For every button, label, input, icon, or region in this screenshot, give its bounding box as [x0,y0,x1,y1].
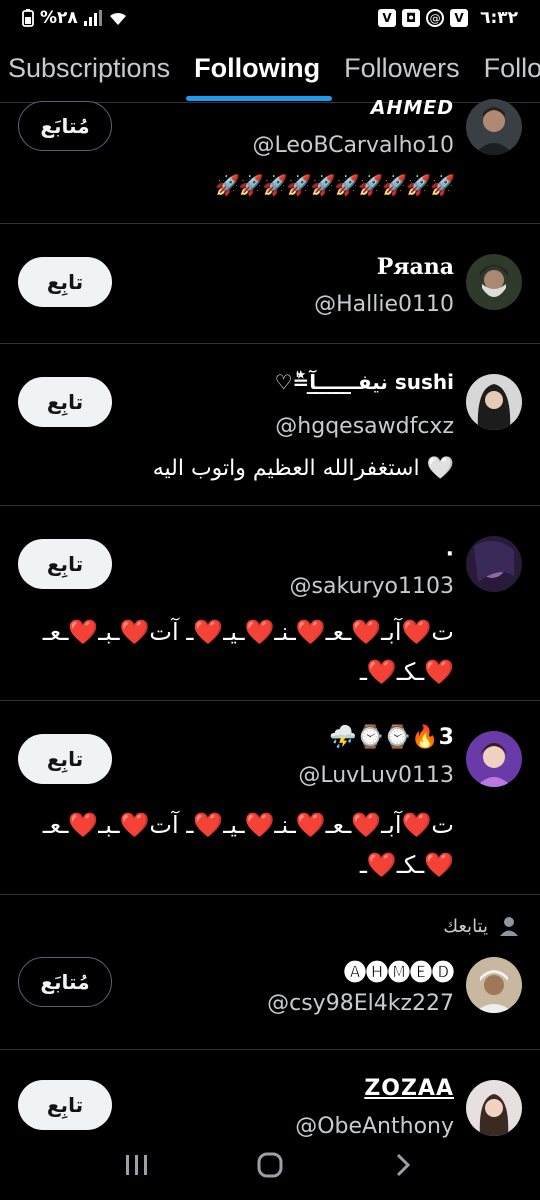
system-nav-bar [0,1138,540,1192]
status-right: V ◘ @ V ٦:٣٢ [378,8,518,28]
user-bio: استغفرالله العظيم واتوب اليه 🤍 [152,456,454,481]
following-button[interactable]: مُتابَع [18,101,112,151]
clock: ٦:٣٢ [480,8,518,28]
user-display-name: 🅐🅗🅜🅔🅓 [343,961,454,986]
home-icon [257,1152,283,1178]
avatar[interactable] [466,1080,522,1136]
user-bio: ت❤️آبـ❤️ـعـ❤️ـنـ❤️ـيـ❤️ـ آت❤️ـبـ❤️ـعـ❤️ـ… [42,811,454,879]
status-bar: %٢٨ V ◘ @ V ٦:٣٢ [0,0,540,36]
follows-you-indicator: يتابعك [443,915,520,937]
active-tab-indicator [186,96,332,101]
at-icon: @ [426,9,445,27]
user-row[interactable]: يتابعك 🅐🅗🅜🅔🅓 @csy98El4kz227 مُتابَع [0,895,540,1050]
user-handle: @ObeAnthony [295,1114,454,1139]
user-display-name: Pяana [376,254,454,280]
user-handle: @LuvLuv0113 [298,763,454,788]
person-icon [500,917,518,936]
user-bio: 🚀🚀🚀🚀🚀🚀🚀🚀🚀🚀 [214,173,455,197]
user-display-name: ♡≛ٰنيفـ̲ـ̲ـ̲ـ̲ـ̲ـ̲آ sushi [274,370,454,394]
user-row[interactable]: 𝘼𝙃𝙈𝙀𝘿 @LeoBCarvalho10 🚀🚀🚀🚀🚀🚀🚀🚀🚀🚀 مُتابَع [0,97,540,224]
user-handle: @Hallie0110 [314,292,454,317]
user-handle: @sakuryo1103 [289,574,454,599]
status-left: %٢٨ [22,8,128,28]
follow-button[interactable]: تابِع [18,257,112,307]
user-row[interactable]: Pяana @Hallie0110 تابِع [0,224,540,344]
back-icon [397,1153,411,1177]
user-handle: @csy98El4kz227 [267,991,454,1016]
avatar[interactable] [466,254,522,310]
battery-icon [22,9,34,27]
follow-button[interactable]: تابِع [18,539,112,589]
follow-button[interactable]: تابِع [18,1080,112,1130]
tab-bar: Subscriptions Following Followers Follo [0,40,540,102]
recent-apps-button[interactable] [117,1145,157,1185]
avatar[interactable] [466,536,522,592]
battery-percent: %٢٨ [40,8,78,28]
avatar[interactable] [466,99,522,155]
user-display-name: 𝘼𝙃𝙈𝙀𝘿 [370,97,454,119]
user-handle: @LeoBCarvalho10 [252,133,454,158]
tab-followers[interactable]: Followers [332,40,472,102]
user-row[interactable]: ♡≛ٰنيفـ̲ـ̲ـ̲ـ̲ـ̲ـ̲آ sushi @hgqesawdfcxz … [0,344,540,506]
user-row[interactable]: · @sakuryo1103 ت❤️آبـ❤️ـعـ❤️ـنـ❤️ـيـ❤️ـ … [0,506,540,701]
following-button[interactable]: مُتابَع [18,957,112,1007]
v-notification-icon: V [450,9,469,27]
signal-icon [83,10,102,26]
avatar[interactable] [466,957,522,1013]
tab-following[interactable]: Following [182,40,332,102]
wifi-icon [109,12,126,25]
follows-you-label: يتابعك [443,915,488,937]
tab-subscriptions[interactable]: Subscriptions [0,40,182,102]
following-list: 𝘼𝙃𝙈𝙀𝘿 @LeoBCarvalho10 🚀🚀🚀🚀🚀🚀🚀🚀🚀🚀 مُتابَع… [0,97,540,1170]
user-display-name: ZOZAA [364,1076,454,1101]
home-button[interactable] [250,1145,290,1185]
back-button[interactable] [383,1145,423,1185]
user-bio: ت❤️آبـ❤️ـعـ❤️ـنـ❤️ـيـ❤️ـ آت❤️ـبـ❤️ـعـ❤️ـ… [42,618,454,686]
avatar[interactable] [466,731,522,787]
follow-button[interactable]: تابِع [18,734,112,784]
follow-button[interactable]: تابِع [18,377,112,427]
user-display-name: ⛈️⌚⌚🔥3 [329,725,454,750]
user-row[interactable]: ⛈️⌚⌚🔥3 @LuvLuv0113 ت❤️آبـ❤️ـعـ❤️ـنـ❤️ـيـ… [0,701,540,895]
user-handle: @hgqesawdfcxz [275,414,454,439]
avatar[interactable] [466,374,522,430]
tab-followers-you-know[interactable]: Follo [472,40,540,102]
voicemail-icon: ◘ [402,9,421,27]
user-display-name: · [445,542,454,567]
v-notification-icon: V [378,9,397,27]
recent-apps-icon [125,1155,147,1175]
